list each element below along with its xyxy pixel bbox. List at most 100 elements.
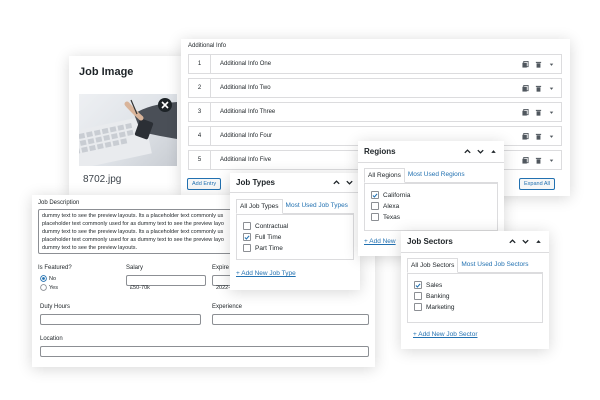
- job-sectors-panel: Job Sectors All Job Sectors Most Used Jo…: [401, 231, 549, 349]
- regions-tabs: All Regions Most Used Regions: [364, 168, 498, 183]
- job-type-item[interactable]: Full Time: [243, 233, 347, 241]
- featured-option-yes[interactable]: Yes: [40, 284, 58, 291]
- region-label: California: [383, 191, 411, 199]
- copy-icon[interactable]: [522, 84, 529, 92]
- job-sectors-header: Job Sectors: [401, 231, 549, 253]
- chevron-up-icon[interactable]: [508, 237, 517, 246]
- job-image-title: Job Image: [79, 66, 134, 78]
- chevron-down-icon[interactable]: [345, 178, 354, 187]
- job-type-label: Contractual: [255, 222, 289, 230]
- region-item[interactable]: California: [371, 191, 491, 199]
- location-input[interactable]: [40, 346, 369, 357]
- job-type-item[interactable]: Part Time: [243, 244, 347, 252]
- image-filename: 8702.jpg: [83, 174, 122, 185]
- job-sector-item[interactable]: Banking: [414, 292, 536, 300]
- info-row-3[interactable]: 3 Additional Info Three: [188, 102, 562, 122]
- trash-icon[interactable]: [535, 61, 542, 68]
- job-sector-item[interactable]: Marketing: [414, 303, 536, 311]
- region-item[interactable]: Alexa: [371, 202, 491, 210]
- checkbox[interactable]: [414, 292, 422, 300]
- duty-hours-input[interactable]: [40, 314, 201, 325]
- expire-value: 2022-: [216, 285, 231, 291]
- tab-most-used-job-sectors[interactable]: Most Used Job Sectors: [458, 258, 531, 272]
- job-types-list: Contractual Full Time Part Time: [236, 214, 354, 260]
- checkbox[interactable]: [371, 213, 379, 221]
- job-type-item[interactable]: Contractual: [243, 222, 347, 230]
- additional-info-title: Additional Info: [188, 43, 227, 49]
- checkbox-checked[interactable]: [414, 281, 422, 289]
- copy-icon[interactable]: [522, 108, 529, 116]
- caret-down-icon[interactable]: [548, 61, 555, 68]
- description-label: Job Description: [38, 200, 80, 206]
- expand-all-button[interactable]: Expand All: [519, 178, 555, 190]
- radio-checked-icon[interactable]: [40, 275, 47, 282]
- info-row-2[interactable]: 2 Additional Info Two: [188, 78, 562, 98]
- copy-icon[interactable]: [522, 156, 529, 164]
- job-types-header: Job Types: [230, 173, 360, 193]
- close-icon: [161, 101, 169, 109]
- featured-option-no[interactable]: No: [40, 275, 56, 282]
- job-sector-label: Banking: [426, 292, 450, 300]
- row-label: Additional Info Four: [220, 133, 273, 139]
- job-types-title: Job Types: [236, 178, 275, 187]
- job-sector-label: Marketing: [426, 303, 455, 311]
- caret-down-icon[interactable]: [548, 109, 555, 116]
- caret-down-icon[interactable]: [548, 157, 555, 164]
- checkbox-checked[interactable]: [371, 191, 379, 199]
- trash-icon[interactable]: [535, 109, 542, 116]
- caret-up-icon[interactable]: [534, 237, 543, 246]
- chevron-up-icon[interactable]: [332, 178, 341, 187]
- row-number: 5: [189, 151, 211, 169]
- copy-icon[interactable]: [522, 60, 529, 68]
- region-label: Texas: [383, 213, 400, 221]
- checkbox[interactable]: [243, 244, 251, 252]
- row-label: Additional Info One: [220, 61, 272, 67]
- add-new-region-link[interactable]: + Add New: [364, 238, 396, 245]
- job-sector-item[interactable]: Sales: [414, 281, 536, 289]
- trash-icon[interactable]: [535, 157, 542, 164]
- tab-most-used-job-types[interactable]: Most Used Job Types: [283, 199, 351, 213]
- tab-all-regions[interactable]: All Regions: [364, 168, 405, 183]
- checkbox[interactable]: [414, 303, 422, 311]
- job-type-label: Part Time: [255, 244, 283, 252]
- row-label: Additional Info Two: [220, 85, 271, 91]
- checkbox[interactable]: [371, 202, 379, 210]
- info-row-1[interactable]: 1 Additional Info One: [188, 54, 562, 74]
- job-sector-label: Sales: [426, 281, 443, 289]
- radio-icon[interactable]: [40, 284, 47, 291]
- trash-icon[interactable]: [535, 133, 542, 140]
- regions-header: Regions: [358, 141, 504, 163]
- location-label: Location: [40, 336, 63, 342]
- salary-label: Salary: [126, 265, 144, 271]
- chevron-down-icon[interactable]: [521, 237, 530, 246]
- experience-label: Experience: [212, 304, 243, 310]
- regions-title: Regions: [364, 147, 396, 156]
- job-sectors-title: Job Sectors: [407, 237, 453, 246]
- job-sectors-tabs: All Job Sectors Most Used Job Sectors: [407, 258, 543, 273]
- job-type-label: Full Time: [255, 233, 282, 241]
- featured-option-label: No: [49, 275, 57, 282]
- chevron-down-icon[interactable]: [476, 147, 485, 156]
- caret-down-icon[interactable]: [548, 85, 555, 92]
- region-item[interactable]: Texas: [371, 213, 491, 221]
- chevron-up-icon[interactable]: [463, 147, 472, 156]
- caret-up-icon[interactable]: [489, 147, 498, 156]
- add-new-job-sector-link[interactable]: + Add New Job Sector: [413, 331, 478, 338]
- tab-all-job-sectors[interactable]: All Job Sectors: [407, 258, 459, 273]
- add-entry-button[interactable]: Add Entry: [187, 178, 222, 190]
- checkbox[interactable]: [243, 222, 251, 230]
- tab-all-job-types[interactable]: All Job Types: [236, 199, 283, 214]
- job-sectors-list: Sales Banking Marketing: [407, 273, 543, 323]
- caret-down-icon[interactable]: [548, 133, 555, 140]
- tab-most-used-regions[interactable]: Most Used Regions: [405, 168, 468, 182]
- row-number: 1: [189, 55, 211, 73]
- checkbox-checked[interactable]: [243, 233, 251, 241]
- remove-image-button[interactable]: [158, 98, 172, 112]
- expire-label: Expire: [212, 265, 230, 271]
- copy-icon[interactable]: [522, 132, 529, 140]
- trash-icon[interactable]: [535, 85, 542, 92]
- job-types-panel: Job Types All Job Types Most Used Job Ty…: [230, 173, 360, 290]
- add-new-job-type-link[interactable]: + Add New Job Type: [236, 270, 296, 277]
- salary-input[interactable]: £50-70k: [126, 275, 206, 291]
- experience-input[interactable]: [212, 314, 369, 325]
